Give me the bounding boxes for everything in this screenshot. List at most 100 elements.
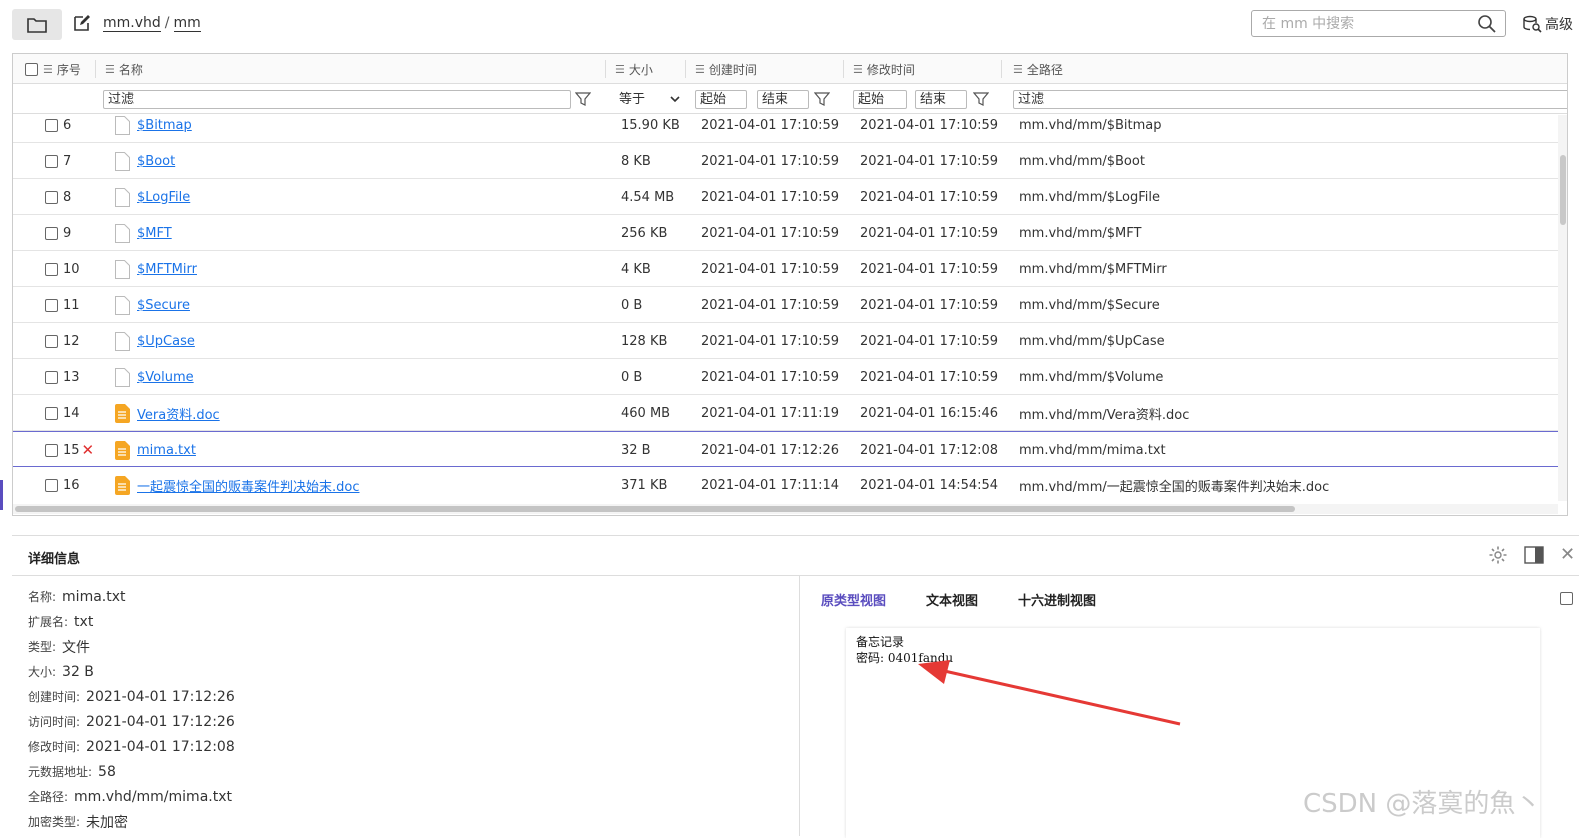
- row-checkbox[interactable]: [45, 262, 58, 276]
- table-row[interactable]: 16 一起震惊全国的贩毒案件判决始末.doc 371 KB 2021-04-01 17…: [13, 467, 1558, 501]
- cell-index: 13: [45, 359, 80, 395]
- table-row[interactable]: 11 $Secure 0 B 2021-04-01 17:10:59 2021-04-0…: [13, 287, 1558, 323]
- table-row[interactable]: 10 $MFTMirr 4 KB 2021-04-01 17:10:59 2021-04…: [13, 251, 1558, 287]
- file-name-link[interactable]: $Bitmap: [137, 118, 192, 133]
- panel-resize-handle[interactable]: [0, 480, 3, 510]
- vertical-scrollbar[interactable]: [1558, 115, 1567, 501]
- breadcrumb-item-mm[interactable]: mm: [173, 15, 201, 32]
- view-option-checkbox[interactable]: [1560, 592, 1573, 605]
- created-start-input[interactable]: 起始: [695, 90, 747, 109]
- row-checkbox[interactable]: [45, 118, 58, 132]
- header-name[interactable]: ☰ 名称: [99, 54, 143, 84]
- close-icon[interactable]: ✕: [1560, 544, 1575, 565]
- table-header: ☰ 序号 ☰ 名称 ☰ 大小 ☰ 创建时间 ☰ 修改时间 ☰ 全路径: [13, 54, 1567, 84]
- header-size[interactable]: ☰ 大小: [609, 54, 653, 84]
- file-name-link[interactable]: Vera资料.doc: [137, 404, 220, 423]
- file-name-link[interactable]: $Secure: [137, 298, 190, 313]
- property-key: 加密类型:: [28, 815, 81, 829]
- row-checkbox[interactable]: [45, 154, 58, 168]
- name-filter-input[interactable]: 过滤: [103, 90, 571, 109]
- row-index: 6: [63, 117, 72, 133]
- property-value: 2021-04-01 17:12:26: [86, 713, 235, 730]
- file-name-link[interactable]: mima.txt: [137, 443, 196, 458]
- row-checkbox[interactable]: [45, 370, 58, 384]
- file-name-link[interactable]: $Volume: [137, 370, 194, 385]
- cell-created: 2021-04-01 17:12:26: [701, 442, 840, 458]
- column-menu-icon[interactable]: ☰: [105, 63, 115, 76]
- property-row: 加密类型: 未加密: [28, 809, 788, 834]
- view-tab[interactable]: 原类型视图: [821, 590, 886, 609]
- file-name-link[interactable]: $MFTMirr: [137, 262, 197, 277]
- column-divider[interactable]: [685, 60, 686, 78]
- panel-layout-icon[interactable]: [1524, 546, 1544, 564]
- table-row[interactable]: 6 $Bitmap 15.90 KB 2021-04-01 17:10:59 2021-…: [13, 115, 1558, 143]
- column-menu-icon[interactable]: ☰: [615, 63, 625, 76]
- row-checkbox[interactable]: [45, 478, 58, 492]
- edit-path-button[interactable]: [72, 13, 92, 33]
- size-operator-value: 等于: [619, 92, 646, 107]
- row-checkbox[interactable]: [45, 298, 58, 312]
- size-operator-select[interactable]: 等于: [615, 90, 683, 109]
- property-row: 大小: 32 B: [28, 659, 788, 684]
- header-index[interactable]: ☰ 序号: [19, 54, 81, 84]
- cell-created: 2021-04-01 17:10:59: [701, 297, 840, 313]
- filter-icon[interactable]: [814, 91, 830, 107]
- table-row[interactable]: 15 ✕ mima.txt 32 B 2021-04-01 17:12:26 2021-0…: [13, 431, 1558, 467]
- search-icon[interactable]: [1477, 14, 1497, 34]
- property-row: 类型: 文件: [28, 634, 788, 659]
- row-checkbox[interactable]: [45, 443, 58, 457]
- row-checkbox[interactable]: [45, 226, 58, 240]
- header-modified[interactable]: ☰ 修改时间: [847, 54, 915, 84]
- table-row[interactable]: 13 $Volume 0 B 2021-04-01 17:10:59 2021-04-0…: [13, 359, 1558, 395]
- vertical-scroll-thumb[interactable]: [1560, 155, 1566, 225]
- file-name-link[interactable]: $Boot: [137, 154, 175, 169]
- column-menu-icon[interactable]: ☰: [695, 63, 705, 76]
- file-name-link[interactable]: 一起震惊全国的贩毒案件判决始末.doc: [137, 476, 360, 495]
- view-tab[interactable]: 十六进制视图: [1018, 590, 1096, 609]
- created-end-input[interactable]: 结束: [757, 90, 809, 109]
- column-divider[interactable]: [843, 60, 844, 78]
- view-tab[interactable]: 文本视图: [926, 590, 978, 609]
- row-checkbox[interactable]: [45, 334, 58, 348]
- table-row[interactable]: 14 Vera资料.doc 460 MB 2021-04-01 17:11:19 202…: [13, 395, 1558, 431]
- column-divider[interactable]: [605, 60, 606, 78]
- breadcrumb-item-vhd[interactable]: mm.vhd: [103, 15, 161, 32]
- file-name-link[interactable]: $UpCase: [137, 334, 195, 349]
- filter-icon[interactable]: [973, 91, 989, 107]
- table-row[interactable]: 7 $Boot 8 KB 2021-04-01 17:10:59 2021-04-01 …: [13, 143, 1558, 179]
- header-path[interactable]: ☰ 全路径: [1007, 54, 1063, 84]
- column-divider[interactable]: [1001, 60, 1002, 78]
- modified-start-input[interactable]: 起始: [853, 90, 907, 109]
- column-menu-icon[interactable]: ☰: [853, 63, 863, 76]
- watermark: CSDN @落寞的魚丶: [1303, 789, 1542, 819]
- cell-index: 9: [45, 215, 71, 251]
- search-input[interactable]: [1252, 11, 1467, 36]
- select-all-checkbox[interactable]: [25, 62, 38, 76]
- property-key: 全路径:: [28, 790, 69, 804]
- advanced-search-button[interactable]: 高级: [1522, 14, 1573, 34]
- horizontal-scroll-thumb[interactable]: [15, 506, 1295, 512]
- column-menu-icon[interactable]: ☰: [43, 63, 53, 76]
- row-index: 16: [63, 477, 80, 493]
- column-menu-icon[interactable]: ☰: [1013, 63, 1023, 76]
- horizontal-scrollbar[interactable]: [13, 504, 1558, 514]
- path-filter-input[interactable]: 过滤: [1013, 90, 1567, 109]
- file-name-link[interactable]: $LogFile: [137, 190, 190, 205]
- cell-name: $MFT: [115, 215, 172, 251]
- column-divider[interactable]: [95, 60, 96, 78]
- table-row[interactable]: 9 $MFT 256 KB 2021-04-01 17:10:59 2021-04-01…: [13, 215, 1558, 251]
- table-row[interactable]: 8 $LogFile 4.54 MB 2021-04-01 17:10:59 2021-…: [13, 179, 1558, 215]
- header-created[interactable]: ☰ 创建时间: [689, 54, 757, 84]
- table-row[interactable]: 12 $UpCase 128 KB 2021-04-01 17:10:59 2021-0…: [13, 323, 1558, 359]
- cell-name: 一起震惊全国的贩毒案件判决始末.doc: [115, 467, 360, 501]
- row-checkbox[interactable]: [45, 190, 58, 204]
- cell-index: 11: [45, 287, 80, 323]
- gear-icon[interactable]: [1488, 545, 1508, 565]
- folder-button[interactable]: [12, 9, 62, 40]
- cell-path: mm.vhd/mm/$Bitmap: [1019, 117, 1162, 133]
- file-name-link[interactable]: $MFT: [137, 226, 172, 241]
- modified-end-input[interactable]: 结束: [915, 90, 967, 109]
- property-value: txt: [74, 613, 94, 630]
- row-checkbox[interactable]: [45, 406, 58, 420]
- filter-icon[interactable]: [575, 91, 591, 107]
